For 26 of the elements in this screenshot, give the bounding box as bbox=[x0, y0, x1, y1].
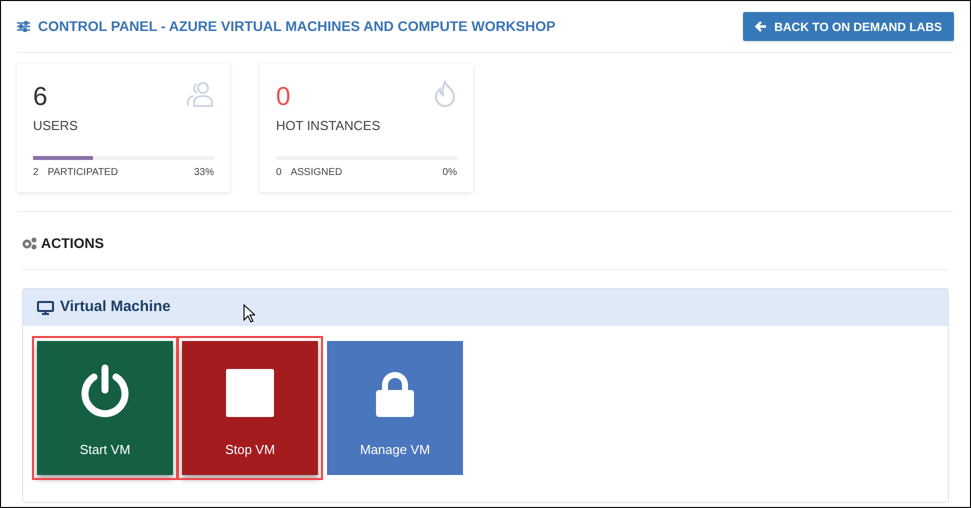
stat-percent: 33% bbox=[194, 166, 214, 180]
page-title: CONTROL PANEL - AZURE VIRTUAL MACHINES AND COMPUTE WORKSHOP bbox=[38, 17, 556, 36]
users-icon bbox=[186, 80, 214, 108]
stat-label: USERS bbox=[33, 117, 79, 135]
power-icon bbox=[80, 364, 130, 418]
stat-label: HOT INSTANCES bbox=[276, 117, 382, 135]
arrow-left-icon bbox=[755, 21, 766, 32]
stat-sublabel: PARTICIPATED bbox=[48, 166, 118, 180]
action-tile[interactable]: Stop VM bbox=[182, 341, 318, 475]
section-title: ACTIONS bbox=[41, 234, 104, 253]
stat-value: 0 bbox=[276, 80, 290, 112]
sliders-icon bbox=[17, 21, 30, 32]
lock-icon bbox=[376, 372, 414, 418]
panel-title: Virtual Machine bbox=[60, 297, 171, 318]
stat-percent: 0% bbox=[442, 166, 457, 180]
stat-count: 2 bbox=[33, 166, 39, 180]
stat-sublabel: ASSIGNED bbox=[290, 166, 342, 180]
stat-value: 6 bbox=[33, 80, 48, 112]
mouse-cursor-icon bbox=[243, 304, 255, 323]
stat-count: 0 bbox=[276, 166, 282, 180]
flame-icon bbox=[433, 80, 457, 108]
action-tile[interactable]: Manage VM bbox=[327, 341, 463, 475]
back-button[interactable]: BACK TO ON DEMAND LABS bbox=[743, 12, 954, 41]
action-tile[interactable]: Start VM bbox=[37, 341, 173, 475]
stop-icon bbox=[225, 368, 275, 418]
monitor-icon bbox=[37, 300, 54, 314]
